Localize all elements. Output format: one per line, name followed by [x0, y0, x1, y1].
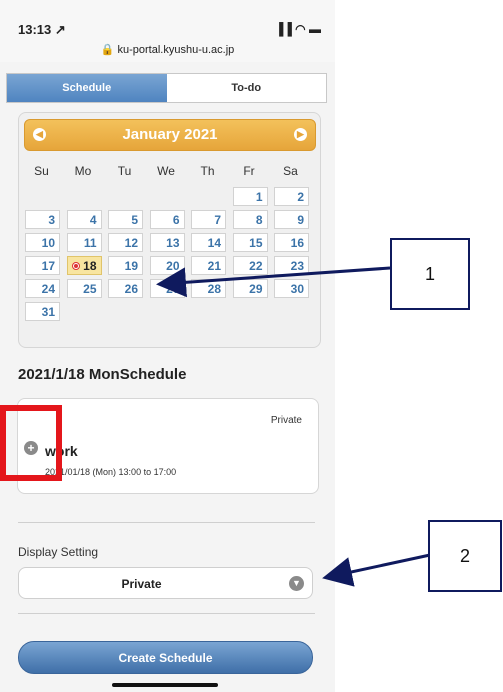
arrow-1 — [156, 266, 391, 298]
callout-1: 1 — [390, 238, 470, 310]
callout-2: 2 — [428, 520, 502, 592]
arrow-2 — [322, 553, 431, 587]
